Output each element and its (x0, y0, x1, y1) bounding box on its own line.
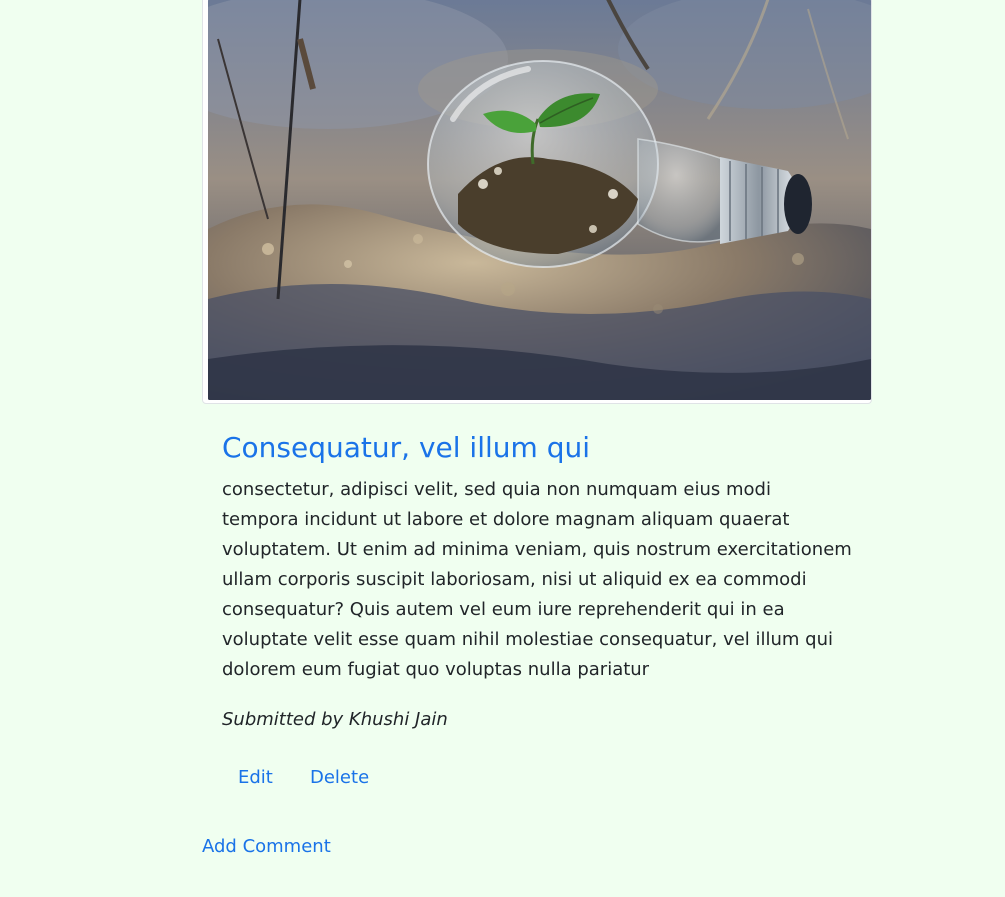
edit-button[interactable]: Edit (238, 765, 273, 791)
add-comment-button[interactable]: Add Comment (202, 834, 331, 860)
post-author: Submitted by Khushi Jain (222, 709, 448, 730)
post-image-card (202, 0, 872, 404)
post-title[interactable]: Consequatur, vel illum qui (222, 430, 590, 466)
lightbulb-seedling-photo (208, 0, 871, 400)
post-body: consectetur, adipisci velit, sed quia no… (222, 479, 852, 680)
post-image (208, 0, 871, 400)
delete-button[interactable]: Delete (310, 765, 369, 791)
